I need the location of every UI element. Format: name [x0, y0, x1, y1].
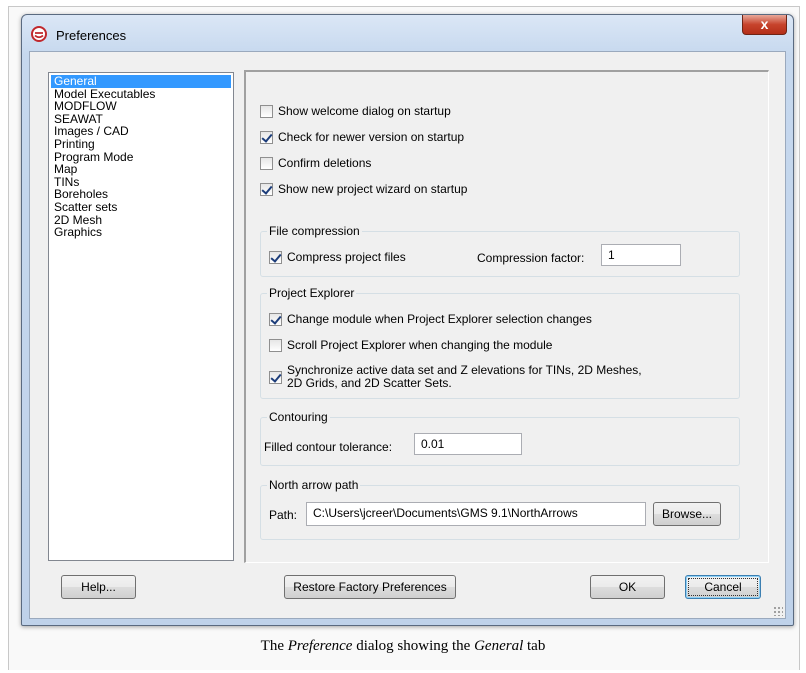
contouring-group: Contouring Filled contour tolerance: 0.0…	[260, 410, 740, 466]
compress-files-label: Compress project files	[287, 250, 406, 264]
compression-factor-label: Compression factor:	[477, 251, 585, 265]
caption-suffix: tab	[523, 638, 546, 654]
help-button[interactable]: Help...	[61, 575, 136, 599]
close-button[interactable]: x	[742, 15, 787, 35]
confirm-deletions-option[interactable]: Confirm deletions	[260, 156, 371, 170]
show-wizard-checkbox[interactable]	[260, 182, 273, 196]
caption-emphasis-general: General	[474, 638, 524, 654]
resize-grip[interactable]	[773, 606, 783, 616]
north-arrow-path-field[interactable]: C:\Users\jcreer\Documents\GMS 9.1\NorthA…	[306, 502, 646, 526]
scroll-explorer-option[interactable]: Scroll Project Explorer when changing th…	[269, 338, 552, 352]
dialog-body: General Model Executables MODFLOW SEAWAT…	[29, 51, 786, 619]
browse-button[interactable]: Browse...	[653, 502, 721, 526]
compress-files-checkbox[interactable]	[269, 250, 282, 264]
category-item-map[interactable]: Map	[51, 163, 231, 176]
caption-prefix: The	[260, 638, 288, 654]
check-newer-label: Check for newer version on startup	[278, 130, 465, 144]
category-item-program-mode[interactable]: Program Mode	[51, 150, 231, 164]
confirm-deletions-label: Confirm deletions	[278, 156, 372, 170]
file-compression-title: File compression	[267, 224, 362, 238]
caption-middle: dialog showing the	[352, 638, 475, 654]
show-wizard-label: Show new project wizard on startup	[278, 182, 468, 196]
window-title: Preferences	[56, 28, 127, 43]
show-wizard-option[interactable]: Show new project wizard on startup	[260, 182, 467, 196]
contour-tolerance-field[interactable]: 0.01	[414, 433, 522, 455]
north-arrow-group: North arrow path Path: C:\Users\jcreer\D…	[260, 478, 740, 540]
category-item-scatter-sets[interactable]: Scatter sets	[51, 201, 231, 214]
cancel-button[interactable]: Cancel	[685, 575, 761, 599]
synchronize-label: Synchronize active data set and Z elevat…	[287, 364, 642, 390]
contouring-title: Contouring	[267, 410, 330, 424]
caption-emphasis-preference: Preference	[287, 638, 353, 654]
scroll-explorer-label: Scroll Project Explorer when changing th…	[287, 338, 553, 352]
change-module-option[interactable]: Change module when Project Explorer sele…	[269, 312, 592, 326]
show-welcome-option[interactable]: Show welcome dialog on startup	[260, 104, 451, 118]
app-logo-icon	[31, 26, 47, 42]
file-compression-group: File compression Compress project files …	[260, 224, 740, 277]
synchronize-label-line2: 2D Grids, and 2D Scatter Sets.	[287, 376, 452, 390]
north-arrow-title: North arrow path	[267, 478, 361, 492]
scroll-explorer-checkbox[interactable]	[269, 338, 282, 352]
change-module-label: Change module when Project Explorer sele…	[287, 312, 592, 326]
figure-caption: The Preference dialog showing the Genera…	[0, 638, 806, 655]
compress-files-option[interactable]: Compress project files	[269, 250, 406, 264]
project-explorer-group: Project Explorer Change module when Proj…	[260, 286, 740, 399]
category-item-printing[interactable]: Printing	[51, 138, 231, 151]
cancel-button-label: Cancel	[688, 578, 758, 596]
synchronize-option[interactable]: Synchronize active data set and Z elevat…	[269, 364, 642, 390]
project-explorer-title: Project Explorer	[267, 286, 357, 300]
contour-tolerance-label: Filled contour tolerance:	[264, 440, 393, 454]
change-module-checkbox[interactable]	[269, 312, 282, 326]
category-list[interactable]: General Model Executables MODFLOW SEAWAT…	[48, 72, 234, 561]
restore-factory-button[interactable]: Restore Factory Preferences	[284, 575, 456, 599]
check-newer-checkbox[interactable]	[260, 130, 273, 144]
ok-button[interactable]: OK	[590, 575, 665, 599]
title-bar[interactable]: Preferences x	[22, 15, 793, 51]
check-newer-option[interactable]: Check for newer version on startup	[260, 130, 464, 144]
synchronize-checkbox[interactable]	[269, 370, 282, 384]
confirm-deletions-checkbox[interactable]	[260, 156, 273, 170]
preferences-dialog: Preferences x General Model Executables …	[21, 14, 794, 626]
category-item-modflow[interactable]: MODFLOW	[51, 100, 231, 113]
close-icon: x	[760, 16, 769, 32]
show-welcome-checkbox[interactable]	[260, 104, 273, 118]
compression-factor-field[interactable]: 1	[601, 244, 681, 266]
show-welcome-label: Show welcome dialog on startup	[278, 104, 451, 118]
category-item-graphics[interactable]: Graphics	[51, 226, 231, 239]
path-label: Path:	[269, 508, 298, 522]
general-settings-panel: Show welcome dialog on startup Check for…	[244, 70, 769, 563]
category-item-general[interactable]: General	[51, 75, 231, 88]
